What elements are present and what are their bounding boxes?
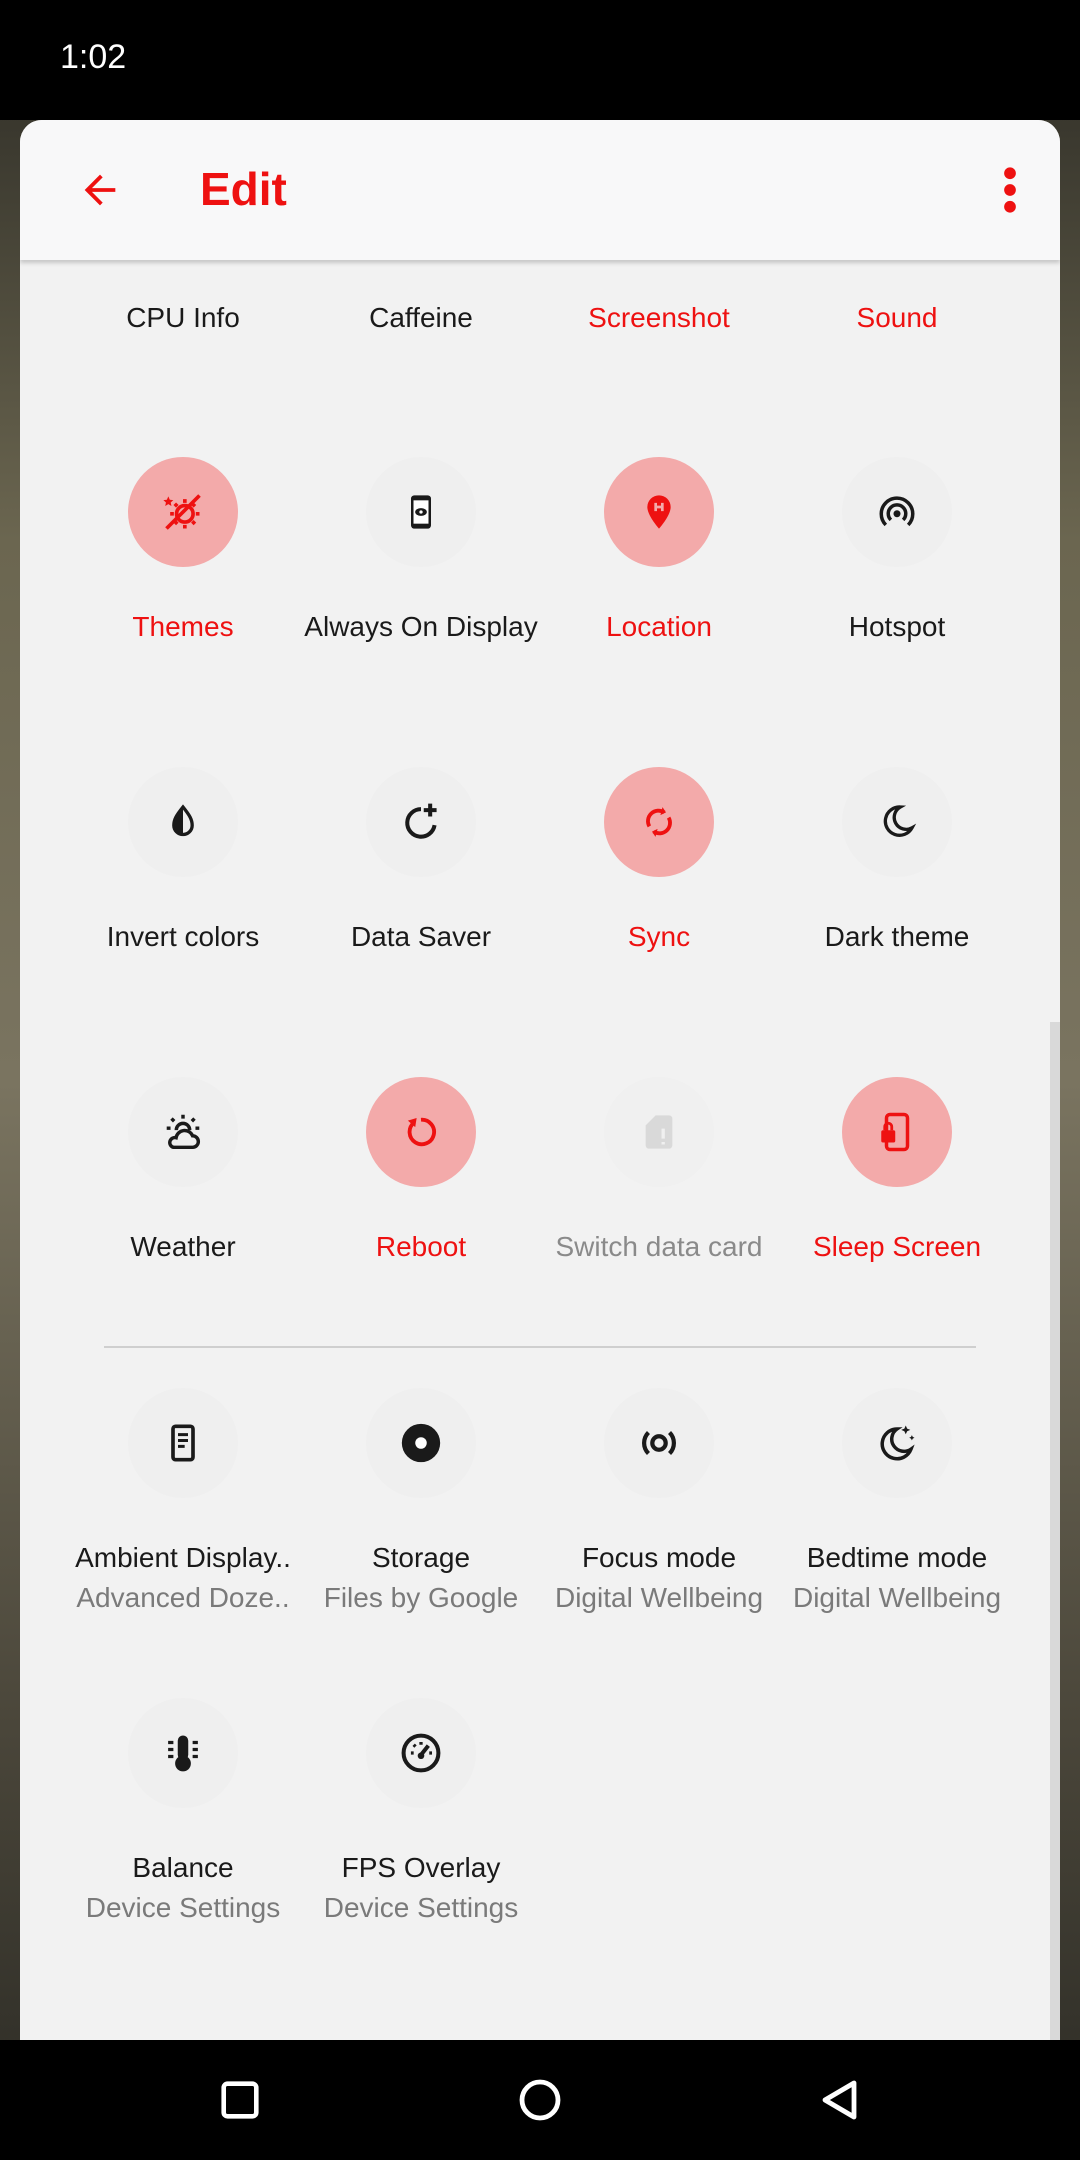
tile-location[interactable]: Location bbox=[539, 457, 779, 737]
recents-icon bbox=[221, 2081, 259, 2119]
tile-dark-theme[interactable]: Dark theme bbox=[777, 767, 1017, 1047]
back-button[interactable] bbox=[60, 150, 140, 230]
sim-card-icon bbox=[645, 1115, 673, 1149]
page-title: Edit bbox=[200, 163, 287, 215]
tile-label: Focus mode bbox=[581, 1542, 737, 1573]
tile-label: Dark theme bbox=[824, 921, 970, 952]
scrollbar[interactable] bbox=[1050, 1022, 1060, 2040]
navigation-bar bbox=[0, 2040, 1080, 2160]
tile-label: Sync bbox=[627, 921, 691, 952]
themes-icon bbox=[163, 494, 201, 530]
tile-label: Reboot bbox=[375, 1231, 467, 1262]
ambient-display-icon bbox=[171, 1424, 195, 1462]
tile-label: Invert colors bbox=[106, 921, 260, 952]
tile-reboot[interactable]: Reboot bbox=[301, 1077, 541, 1357]
tile-label: Storage bbox=[371, 1542, 471, 1573]
tile-subtitle: Files by Google bbox=[323, 1582, 519, 1613]
tile-subtitle: Advanced Doze.. bbox=[76, 1582, 290, 1613]
tile-cpu-info-label[interactable]: CPU Info bbox=[63, 300, 303, 335]
tile-storage[interactable]: Storage Files by Google bbox=[301, 1388, 541, 1668]
focus-mode-icon bbox=[642, 1430, 676, 1456]
tile-balance[interactable]: Balance Device Settings bbox=[63, 1698, 303, 1978]
tile-screenshot-label[interactable]: Screenshot bbox=[539, 300, 779, 335]
tile-sleep-screen[interactable]: Sleep Screen bbox=[777, 1077, 1017, 1357]
tile-subtitle: Digital Wellbeing bbox=[792, 1582, 1002, 1613]
tile-label: Switch data card bbox=[555, 1231, 763, 1262]
bedtime-mode-icon bbox=[880, 1425, 915, 1461]
home-icon bbox=[519, 2079, 561, 2121]
tile-label: Data Saver bbox=[350, 921, 492, 952]
tile-hotspot[interactable]: Hotspot bbox=[777, 457, 1017, 737]
tile-data-saver[interactable]: Data Saver bbox=[301, 767, 541, 1047]
tile-label: Ambient Display.. bbox=[75, 1542, 291, 1573]
tile-invert-colors[interactable]: Invert colors bbox=[63, 767, 303, 1047]
tile-bedtime-mode[interactable]: Bedtime mode Digital Wellbeing bbox=[777, 1388, 1017, 1668]
tile-label: Always On Display bbox=[304, 611, 538, 642]
location-icon bbox=[647, 495, 671, 529]
more-vert-icon bbox=[1004, 167, 1016, 213]
arrow-back-icon bbox=[84, 174, 116, 206]
tile-always-on-display[interactable]: Always On Display bbox=[301, 457, 541, 737]
status-bar: 1:02 bbox=[0, 0, 1080, 120]
back-nav-button[interactable] bbox=[800, 2060, 880, 2140]
more-options-button[interactable] bbox=[980, 150, 1040, 230]
app-bar: Edit bbox=[20, 120, 1060, 260]
edit-sheet: Edit CPU Info Caffeine Screenshot Sound … bbox=[20, 120, 1060, 2040]
tile-label: Hotspot bbox=[848, 611, 946, 642]
tile-label: Themes bbox=[132, 611, 234, 642]
tile-caffeine-label[interactable]: Caffeine bbox=[301, 300, 541, 335]
fps-overlay-icon bbox=[401, 1733, 441, 1773]
tile-label: Sleep Screen bbox=[812, 1231, 982, 1262]
storage-icon bbox=[401, 1423, 441, 1463]
sleep-screen-icon bbox=[881, 1112, 910, 1152]
tile-subtitle: Device Settings bbox=[85, 1892, 281, 1923]
divider bbox=[104, 1346, 976, 1348]
tile-fps-overlay[interactable]: FPS Overlay Device Settings bbox=[301, 1698, 541, 1978]
tile-label: Weather bbox=[130, 1231, 236, 1262]
tile-subtitle: Digital Wellbeing bbox=[554, 1582, 764, 1613]
tile-sound-label[interactable]: Sound bbox=[777, 300, 1017, 335]
tile-subtitle: Device Settings bbox=[323, 1892, 519, 1923]
invert-colors-icon bbox=[172, 804, 194, 837]
hotspot-icon bbox=[879, 496, 915, 527]
tile-label: FPS Overlay bbox=[341, 1852, 501, 1883]
status-time: 1:02 bbox=[60, 38, 127, 76]
tile-switch-data-card: Switch data card bbox=[539, 1077, 779, 1357]
tile-focus-mode[interactable]: Focus mode Digital Wellbeing bbox=[539, 1388, 779, 1668]
tile-label: Location bbox=[606, 611, 712, 642]
tile-label: Bedtime mode bbox=[806, 1542, 988, 1573]
home-button[interactable] bbox=[500, 2060, 580, 2140]
balance-icon bbox=[168, 1735, 198, 1772]
recents-button[interactable] bbox=[200, 2060, 280, 2140]
triangle-back-icon bbox=[822, 2080, 857, 2120]
tile-themes[interactable]: Themes bbox=[63, 457, 303, 737]
weather-icon bbox=[166, 1114, 201, 1150]
always-on-display-icon bbox=[411, 495, 431, 529]
sync-icon bbox=[646, 807, 672, 837]
dark-theme-icon bbox=[883, 805, 917, 837]
tile-weather[interactable]: Weather bbox=[63, 1077, 303, 1357]
tile-ambient-display[interactable]: Ambient Display.. Advanced Doze.. bbox=[63, 1388, 303, 1668]
tile-label: Balance bbox=[132, 1852, 234, 1883]
reboot-icon bbox=[407, 1117, 436, 1147]
tile-sync[interactable]: Sync bbox=[539, 767, 779, 1047]
data-saver-icon bbox=[405, 803, 437, 839]
